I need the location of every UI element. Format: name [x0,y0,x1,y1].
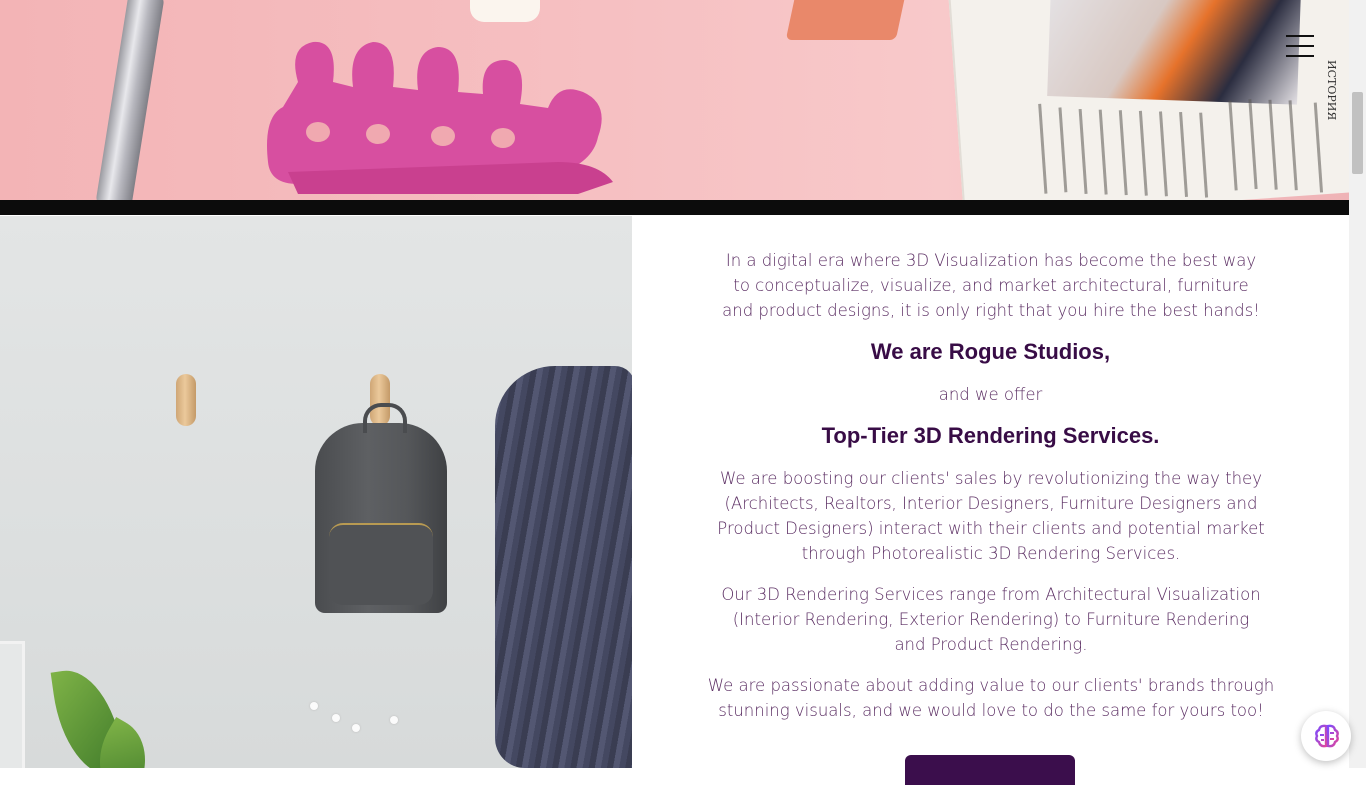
magazine-photo [1047,0,1302,105]
cotton-flower [390,716,398,724]
hero-image: ИСТОРИЯ [0,0,1349,200]
menu-button[interactable] [1286,32,1316,60]
hamburger-menu-icon [1286,45,1314,47]
toe-separator [267,41,613,194]
assistant-widget-button[interactable] [1301,711,1351,761]
magazine-caption: ИСТОРИЯ [1325,60,1338,121]
section-divider [0,200,1349,215]
cotton-flower [310,702,318,710]
offer-text: and we offer [938,385,1043,404]
cuticle-pusher [95,0,165,200]
boosting-paragraph: We are boosting our clients' sales by re… [717,469,1265,563]
about-section: In a digital era where 3D Visualization … [632,216,1349,785]
brain-icon [1315,724,1339,748]
page-scrollbar[interactable] [1349,0,1366,768]
studios-heading: We are Rogue Studios, [870,339,1111,364]
cotton-flower [352,724,360,732]
knit-scarf [495,366,632,768]
cotton-flower [332,714,340,722]
orange-box [785,0,905,40]
intro-paragraph: In a digital era where 3D Visualization … [722,251,1260,320]
services-heading: Top-Tier 3D Rendering Services. [821,423,1160,448]
magazine [948,0,1349,200]
backpack [315,403,447,613]
hamburger-menu-icon [1286,35,1314,37]
passion-paragraph: We are passionate about adding value to … [707,676,1275,720]
cta-button[interactable] [905,755,1075,785]
backpack-photo [0,216,632,768]
scrollbar-thumb[interactable] [1352,92,1363,174]
range-paragraph: Our 3D Rendering Services range from Arc… [721,585,1261,654]
hamburger-menu-icon [1286,55,1314,57]
wall-hook [176,374,196,426]
picture-frame [0,641,25,768]
